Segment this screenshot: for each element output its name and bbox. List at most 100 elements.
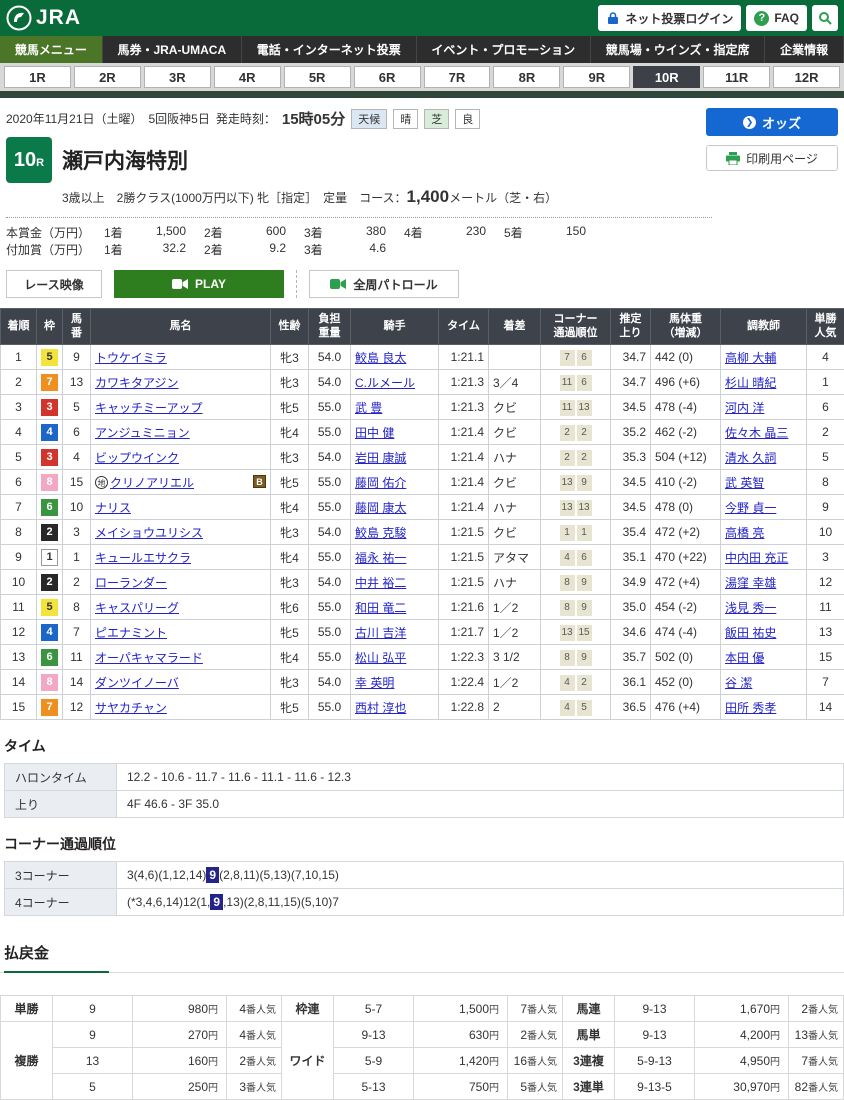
jockey-link[interactable]: C.ルメール [355,376,415,390]
horse-link[interactable]: ピエナミント [95,626,167,640]
trainer-link[interactable]: 本田 優 [725,651,764,665]
table-row: 3 3 5 キャッチミーアップ 牝5 55.0 武 豊 1:21.3 クビ 11… [1,395,844,420]
race-tab[interactable]: 6R [354,66,421,88]
weight-carried: 54.0 [309,370,351,395]
trainer-link[interactable]: 中内田 充正 [725,551,788,565]
nav-item[interactable]: 競馬場・ウインズ・指定席 [591,36,765,63]
bracket-badge: 2 [41,524,58,541]
jockey-link[interactable]: 和田 竜二 [355,601,406,615]
trainer-link[interactable]: 清水 久詞 [725,451,776,465]
win-popularity: 2 [807,420,844,445]
race-tab[interactable]: 4R [214,66,281,88]
trainer-link[interactable]: 谷 潔 [725,676,752,690]
nav-item[interactable]: 競馬メニュー [0,36,103,63]
race-tab[interactable]: 12R [773,66,840,88]
race-tab[interactable]: 2R [74,66,141,88]
nav-item[interactable]: イベント・プロモーション [417,36,591,63]
race-video-button[interactable]: レース映像 [6,270,102,298]
faq-button[interactable]: ? FAQ [746,5,807,31]
corner-position: 9 [577,475,592,491]
weight-carried: 55.0 [309,470,351,495]
race-tab[interactable]: 5R [284,66,351,88]
odds-button[interactable]: ❯ オッズ [706,108,838,136]
race-tab[interactable]: 10R [633,66,700,88]
horse-link[interactable]: ダンツイノーバ [95,676,179,690]
print-page-button[interactable]: 印刷用ページ [706,145,838,171]
race-tab[interactable]: 9R [563,66,630,88]
jockey-link[interactable]: 西村 淳也 [355,701,406,715]
horse-link[interactable]: オーパキャマラード [95,651,203,665]
jockey-link[interactable]: 岩田 康誠 [355,451,406,465]
finish-time: 1:21.6 [439,595,489,620]
corner-section: コーナー通過順位 3コーナー 3(4,6)(1,12,14)9(2,8,11)(… [0,834,844,916]
horse-link[interactable]: ビップウインク [95,451,179,465]
horse-link[interactable]: アンジュミニョン [95,426,190,440]
sex-age: 牝4 [271,645,309,670]
horse-link[interactable]: キュールエサクラ [95,551,191,565]
horse-link[interactable]: ナリス [95,501,131,515]
race-tab[interactable]: 1R [4,66,71,88]
horse-link[interactable]: キャッチミーアップ [95,401,203,415]
win-popularity: 12 [807,570,844,595]
trainer-link[interactable]: 河内 洋 [725,401,764,415]
race-tab[interactable]: 11R [703,66,770,88]
horse-link[interactable]: クリノアリエル [110,476,194,490]
trainer-link[interactable]: 今野 貞一 [725,501,776,515]
jockey-link[interactable]: 福永 祐一 [355,551,406,565]
trainer-link[interactable]: 高橋 亮 [725,526,764,540]
trainer-link[interactable]: 浅見 秀一 [725,601,776,615]
trainer-link[interactable]: 田所 秀孝 [725,701,776,715]
corner-position: 15 [577,625,592,641]
search-button[interactable] [812,5,838,31]
nav-item[interactable]: 電話・インターネット投票 [242,36,417,63]
horse-link[interactable]: メイショウユリシス [95,526,203,540]
bracket-badge: 7 [41,374,58,391]
win-popularity: 8 [807,470,844,495]
jockey-link[interactable]: 幸 英明 [355,676,394,690]
main-nav: 競馬メニュー馬券・JRA-UMACA電話・インターネット投票イベント・プロモーシ… [0,36,844,63]
time-row-label: 上り [5,791,117,818]
body-weight: 454 (-2) [651,595,721,620]
horse-link[interactable]: キャスパリーグ [95,601,179,615]
race-tab[interactable]: 7R [424,66,491,88]
jockey-link[interactable]: 鮫島 良太 [355,351,406,365]
horse-link[interactable]: トウケイミラ [95,351,167,365]
jockey-link[interactable]: 松山 弘平 [355,651,406,665]
net-voting-login-button[interactable]: ネット投票ログイン [598,5,741,31]
table-row: 2 7 13 カワキタアジン 牝3 54.0 C.ルメール 1:21.3 3／4… [1,370,844,395]
jockey-link[interactable]: 鮫島 克駿 [355,526,406,540]
horse-link[interactable]: サヤカチャン [95,701,167,715]
trainer-link[interactable]: 湯窪 幸雄 [725,576,776,590]
win-popularity: 1 [807,370,844,395]
horse-link[interactable]: ローランダー [95,576,167,590]
jockey-link[interactable]: 古川 吉洋 [355,626,406,640]
trainer-link[interactable]: 佐々木 晶三 [725,426,788,440]
horse-number: 10 [63,495,91,520]
trainer-link[interactable]: 高柳 大輔 [725,351,776,365]
race-tab[interactable]: 3R [144,66,211,88]
jockey-link[interactable]: 藤岡 康太 [355,501,406,515]
trainer-link[interactable]: 武 英智 [725,476,764,490]
faq-label: FAQ [774,11,799,25]
trainer-link[interactable]: 飯田 祐史 [725,626,776,640]
trainer-link[interactable]: 杉山 晴紀 [725,376,776,390]
nav-item[interactable]: 企業情報 [765,36,844,63]
race-tab[interactable]: 8R [493,66,560,88]
col-jockey: 騎手 [351,309,439,345]
col-corner-order: コーナー 通過順位 [541,309,611,345]
jockey-link[interactable]: 藤岡 佑介 [355,476,406,490]
jockey-link[interactable]: 武 豊 [355,401,382,415]
body-weight: 496 (+6) [651,370,721,395]
horse-link[interactable]: カワキタアジン [95,376,179,390]
weight-carried: 55.0 [309,420,351,445]
jra-logo[interactable]: JRA [6,5,81,31]
margin: ハナ [489,495,541,520]
payout-popularity: 82番人気 [789,1074,844,1100]
nav-item[interactable]: 馬券・JRA-UMACA [103,36,242,63]
jockey-link[interactable]: 中井 裕二 [355,576,406,590]
jockey-link[interactable]: 田中 健 [355,426,394,440]
patrol-video-button[interactable]: 全周パトロール [309,270,459,298]
play-button[interactable]: PLAY [114,270,284,298]
corner-position: 9 [577,575,592,591]
search-icon [818,11,832,25]
